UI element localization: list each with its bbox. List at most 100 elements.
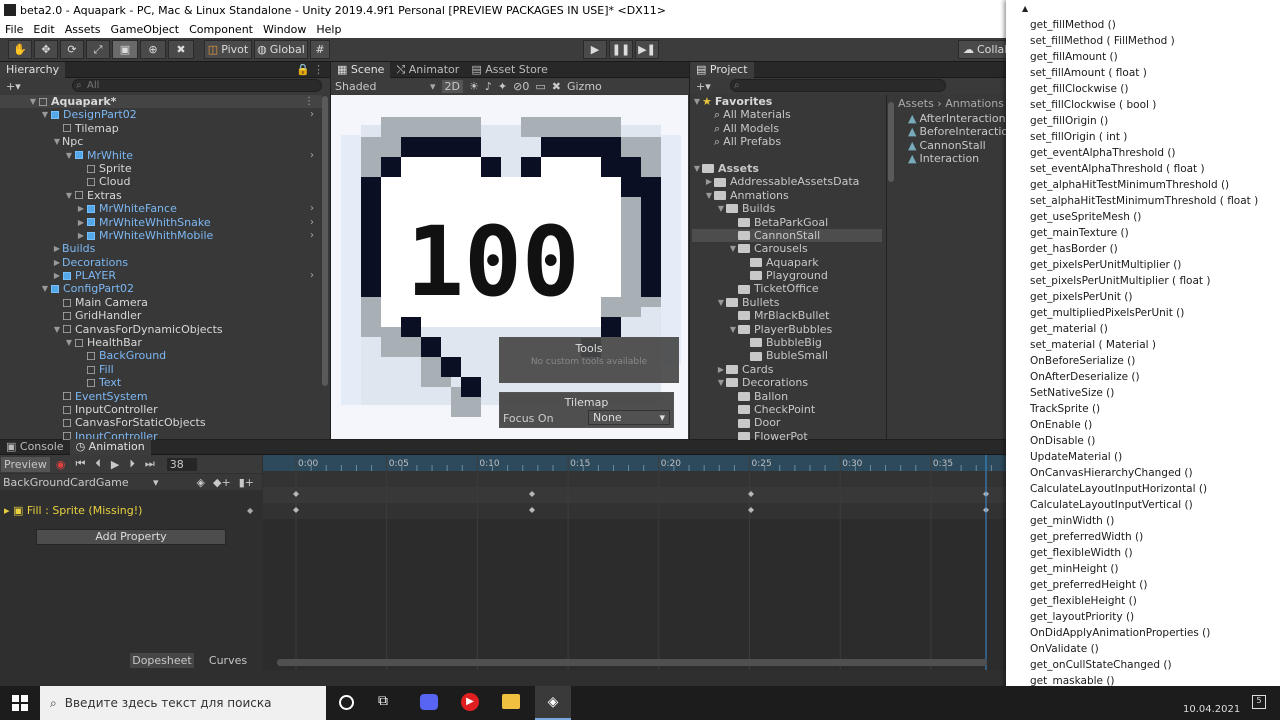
- expand-arrow-icon[interactable]: ▼: [40, 108, 50, 121]
- expand-arrow-icon[interactable]: ▼: [64, 189, 74, 202]
- dropdown-method-item[interactable]: OnDisable (): [1030, 433, 1095, 449]
- favorite-item[interactable]: ⌕ All Materials: [692, 108, 882, 121]
- visibility-icon[interactable]: ⊘: [513, 80, 522, 93]
- expand-arrow-icon[interactable]: ▼: [704, 189, 714, 202]
- open-prefab-icon[interactable]: ›: [310, 216, 314, 229]
- dropdown-method-item[interactable]: set_fillClockwise ( bool ): [1030, 97, 1156, 113]
- expand-arrow-icon[interactable]: ▼: [40, 282, 50, 295]
- dropdown-method-item[interactable]: set_eventAlphaThreshold ( float ): [1030, 161, 1205, 177]
- property-keyframe-icon[interactable]: ◆: [247, 506, 253, 515]
- audio-icon[interactable]: ♪: [485, 80, 492, 93]
- dropdown-method-item[interactable]: OnAfterDeserialize (): [1030, 369, 1140, 385]
- hierarchy-item[interactable]: Tilemap: [0, 122, 322, 135]
- open-prefab-icon[interactable]: ›: [310, 202, 314, 215]
- tab-curves[interactable]: Curves: [196, 653, 260, 668]
- dropdown-method-item[interactable]: get_minHeight (): [1030, 561, 1119, 577]
- breadcrumb-assets[interactable]: Assets: [898, 97, 934, 110]
- hierarchy-item[interactable]: ▼ Aquapark* ⋮: [0, 95, 322, 109]
- dropdown-method-item[interactable]: set_fillMethod ( FillMethod ): [1030, 33, 1175, 49]
- favorite-item[interactable]: ⌕ All Models: [692, 122, 882, 135]
- open-prefab-icon[interactable]: ›: [310, 149, 314, 162]
- prev-keyframe-icon[interactable]: ⏴: [95, 457, 101, 471]
- add-property-button[interactable]: Add Property: [36, 529, 226, 545]
- project-folder[interactable]: CheckPoint: [692, 403, 882, 416]
- first-keyframe-icon[interactable]: ⏮: [75, 457, 85, 471]
- dropdown-method-item[interactable]: get_flexibleWidth (): [1030, 545, 1133, 561]
- step-button[interactable]: ▶❚: [635, 40, 659, 59]
- hierarchy-item[interactable]: InputController: [0, 403, 322, 416]
- project-scrollbar[interactable]: [888, 102, 894, 182]
- project-folder[interactable]: ▼ Builds: [692, 202, 882, 215]
- expand-arrow-icon[interactable]: ▶: [52, 242, 62, 255]
- menu-assets[interactable]: Assets: [60, 23, 106, 36]
- dropdown-method-item[interactable]: get_preferredHeight (): [1030, 577, 1147, 593]
- hierarchy-item[interactable]: ▶ MrWhiteWhithSnake ›: [0, 216, 322, 229]
- dropdown-method-item[interactable]: CalculateLayoutInputHorizontal (): [1030, 481, 1207, 497]
- expand-arrow-icon[interactable]: ▼: [52, 323, 62, 336]
- tab-dopesheet[interactable]: Dopesheet: [130, 653, 194, 668]
- hierarchy-scrollbar[interactable]: [322, 96, 328, 386]
- create-add-icon[interactable]: +▾: [6, 80, 21, 93]
- expand-arrow-icon[interactable]: ▼: [716, 202, 726, 215]
- project-folder[interactable]: BubleSmall: [692, 349, 882, 362]
- hierarchy-item[interactable]: ▶ Decorations: [0, 256, 322, 269]
- expand-arrow-icon[interactable]: ▶: [52, 256, 62, 269]
- tab-animator[interactable]: ⤭ Animator: [390, 62, 465, 78]
- tab-animation[interactable]: ◷ Animation: [69, 439, 151, 455]
- dopesheet-timeline[interactable]: 0:00 0:05 0:10 0:15 0:20 0:25 0:30 0:35: [263, 455, 1006, 670]
- tab-asset-store[interactable]: ▤ Asset Store: [465, 62, 554, 78]
- play-button[interactable]: ▶: [583, 40, 607, 59]
- dropdown-method-item[interactable]: get_pixelsPerUnit (): [1030, 289, 1132, 305]
- record-icon[interactable]: ◉: [56, 458, 66, 471]
- panel-menu-icon[interactable]: ⋮: [313, 63, 324, 76]
- expand-arrow-icon[interactable]: ▼: [728, 242, 738, 255]
- dropdown-method-item[interactable]: OnBeforeSerialize (): [1030, 353, 1135, 369]
- hierarchy-item[interactable]: ▶ MrWhiteFance ›: [0, 202, 322, 215]
- expand-arrow-icon[interactable]: ▼: [728, 323, 738, 336]
- dropdown-method-item[interactable]: OnDidApplyAnimationProperties (): [1030, 625, 1210, 641]
- project-folder[interactable]: TicketOffice: [692, 282, 882, 295]
- dropdown-method-item[interactable]: get_alphaHitTestMinimumThreshold (): [1030, 177, 1229, 193]
- expand-arrow-icon[interactable]: ▶: [716, 363, 726, 376]
- tab-scene[interactable]: ▦ Scene: [331, 61, 391, 78]
- dropdown-method-item[interactable]: get_material (): [1030, 321, 1108, 337]
- hierarchy-item[interactable]: ▼ Extras: [0, 189, 322, 202]
- project-folder[interactable]: Playground: [692, 269, 882, 282]
- favorite-item[interactable]: ⌕ All Prefabs: [692, 135, 882, 148]
- animation-file[interactable]: ▲ CannonStall: [908, 139, 1015, 152]
- dropdown-method-item[interactable]: get_fillClockwise (): [1030, 81, 1128, 97]
- windows-start-icon[interactable]: [12, 695, 28, 711]
- hierarchy-item[interactable]: ▶ PLAYER ›: [0, 269, 322, 282]
- next-keyframe-icon[interactable]: ⏵: [129, 457, 135, 471]
- expand-arrow-icon[interactable]: ▼: [28, 95, 38, 108]
- preview-toggle[interactable]: Preview: [1, 456, 50, 472]
- project-folder[interactable]: ▼ Bullets: [692, 296, 882, 309]
- hierarchy-item[interactable]: ▼ MrWhite ›: [0, 149, 322, 162]
- transform-tool-icon[interactable]: ⊕: [140, 40, 166, 59]
- scene-viewport[interactable]: 100: [331, 95, 688, 439]
- project-folder[interactable]: ▶ AddressableAssetsData: [692, 175, 882, 188]
- clip-select[interactable]: BackGroundCardGame: [3, 476, 153, 489]
- expand-arrow-icon[interactable]: ▼: [52, 135, 62, 148]
- project-folder[interactable]: BubbleBig: [692, 336, 882, 349]
- hierarchy-item[interactable]: ▼ ConfigPart02: [0, 282, 322, 295]
- project-folder[interactable]: ▼ Anmations: [692, 189, 882, 202]
- project-folder[interactable]: Aquapark: [692, 256, 882, 269]
- project-folder[interactable]: ▼ Assets: [692, 162, 882, 175]
- project-folder[interactable]: ▼ PlayerBubbles: [692, 323, 882, 336]
- dropdown-method-item[interactable]: SetNativeSize (): [1030, 385, 1114, 401]
- discord-icon[interactable]: [420, 694, 438, 710]
- dropdown-method-item[interactable]: get_fillOrigin (): [1030, 113, 1108, 129]
- expand-arrow-icon[interactable]: ▶: [52, 269, 62, 282]
- project-folder[interactable]: ▼ Decorations: [692, 376, 882, 389]
- dropdown-method-item[interactable]: get_hasBorder (): [1030, 241, 1118, 257]
- menu-help[interactable]: Help: [311, 23, 346, 36]
- project-folder[interactable]: Door: [692, 416, 882, 429]
- dropdown-method-item[interactable]: get_layoutPriority (): [1030, 609, 1134, 625]
- filter-keyframe-icon[interactable]: ◈: [197, 476, 205, 489]
- cortana-icon[interactable]: [339, 695, 354, 710]
- expand-arrow-icon[interactable]: ▼: [64, 336, 74, 349]
- effects-icon[interactable]: ✦: [498, 80, 507, 93]
- hierarchy-item[interactable]: EventSystem: [0, 390, 322, 403]
- media-player-icon[interactable]: ▶: [461, 693, 479, 711]
